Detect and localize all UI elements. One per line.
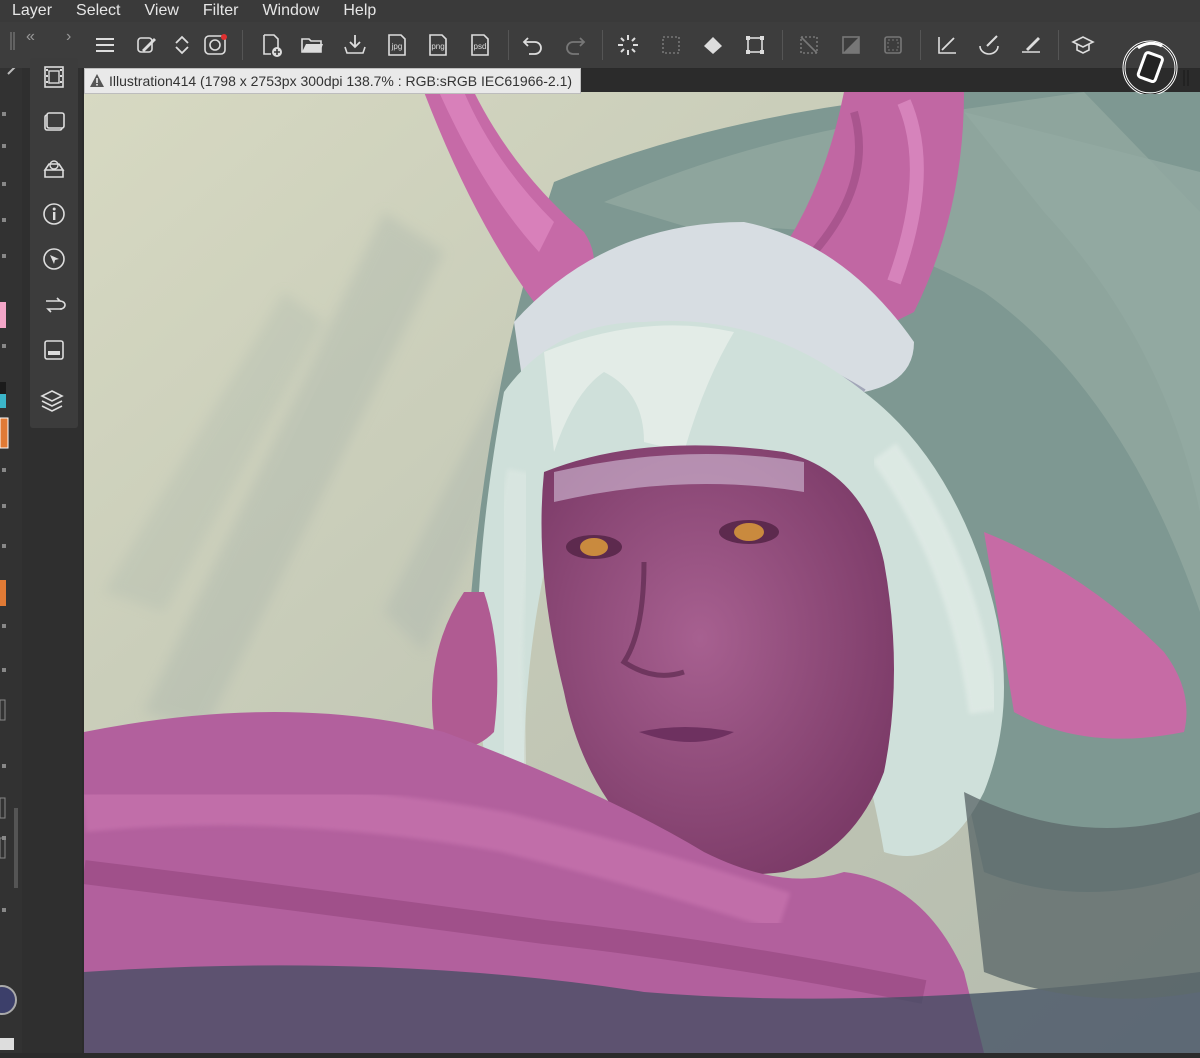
selection-border-icon[interactable] (878, 30, 908, 60)
menu-select[interactable]: Select (64, 0, 132, 22)
panel-grip[interactable] (10, 32, 15, 56)
deselect-icon[interactable] (794, 30, 824, 60)
fill-icon[interactable] (698, 30, 728, 60)
menu-filter[interactable]: Filter (191, 0, 251, 22)
undo-icon[interactable] (518, 30, 548, 60)
layers-icon (39, 388, 69, 418)
document-title-tab[interactable]: Illustration414 (1798 x 2753px 300dpi 13… (84, 68, 582, 94)
menu-bar: Layer Select View Filter Window Help (0, 0, 1200, 22)
psd-label: psd (474, 42, 487, 51)
learn-icon[interactable] (1068, 30, 1098, 60)
animation-film-icon[interactable] (39, 62, 69, 92)
arrows-updown-icon[interactable] (167, 30, 197, 60)
ruler-icon[interactable] (932, 30, 962, 60)
cloud-sync-icon[interactable] (200, 30, 230, 60)
command-bar: « › jpg png psd (0, 22, 1200, 69)
export-png-icon[interactable]: png (423, 30, 453, 60)
new-canvas-icon[interactable] (256, 30, 286, 60)
transform-icon[interactable] (740, 30, 770, 60)
info-icon[interactable] (39, 199, 69, 229)
open-folder-icon[interactable] (297, 30, 327, 60)
png-label: png (431, 42, 444, 51)
selection-icon[interactable] (656, 30, 686, 60)
clear-icon[interactable] (613, 30, 643, 60)
export-jpg-icon[interactable]: jpg (382, 30, 412, 60)
brush-icon[interactable] (974, 30, 1004, 60)
navigator-icon[interactable] (39, 244, 69, 274)
document-title: Illustration414 (1798 x 2753px 300dpi 13… (109, 73, 573, 89)
menu-view[interactable]: View (133, 0, 191, 22)
rotate-canvas-icon (1122, 40, 1178, 96)
save-icon[interactable] (340, 30, 370, 60)
layer-panel-tab[interactable] (30, 378, 78, 428)
auto-action-icon[interactable] (39, 335, 69, 365)
expand-right-icon[interactable]: › (66, 28, 71, 46)
tool-rail-strip[interactable] (0, 63, 22, 1053)
warning-icon (90, 74, 104, 87)
menu-layer[interactable]: Layer (0, 0, 64, 22)
collapse-left-icon[interactable]: « (26, 28, 35, 46)
scroll-handle[interactable] (1182, 70, 1190, 86)
material-icon[interactable] (39, 154, 69, 184)
history-icon[interactable] (39, 290, 69, 320)
painting (84, 92, 1200, 1053)
sub-view-icon[interactable] (39, 108, 69, 138)
invert-selection-icon[interactable] (836, 30, 866, 60)
pen-icon[interactable] (1016, 30, 1046, 60)
export-psd-icon[interactable]: psd (465, 30, 495, 60)
canvas-rotation-widget[interactable] (1118, 38, 1182, 96)
menu-window[interactable]: Window (250, 0, 331, 22)
canvas[interactable] (84, 92, 1200, 1053)
panel-strip (22, 58, 82, 1053)
panel-icon-column (30, 58, 78, 428)
pen-settings-icon[interactable] (132, 30, 162, 60)
redo-icon[interactable] (560, 30, 590, 60)
menu-icon[interactable] (90, 30, 120, 60)
jpg-label: jpg (391, 42, 403, 51)
tool-rail (0, 63, 22, 1053)
menu-help[interactable]: Help (331, 0, 388, 22)
